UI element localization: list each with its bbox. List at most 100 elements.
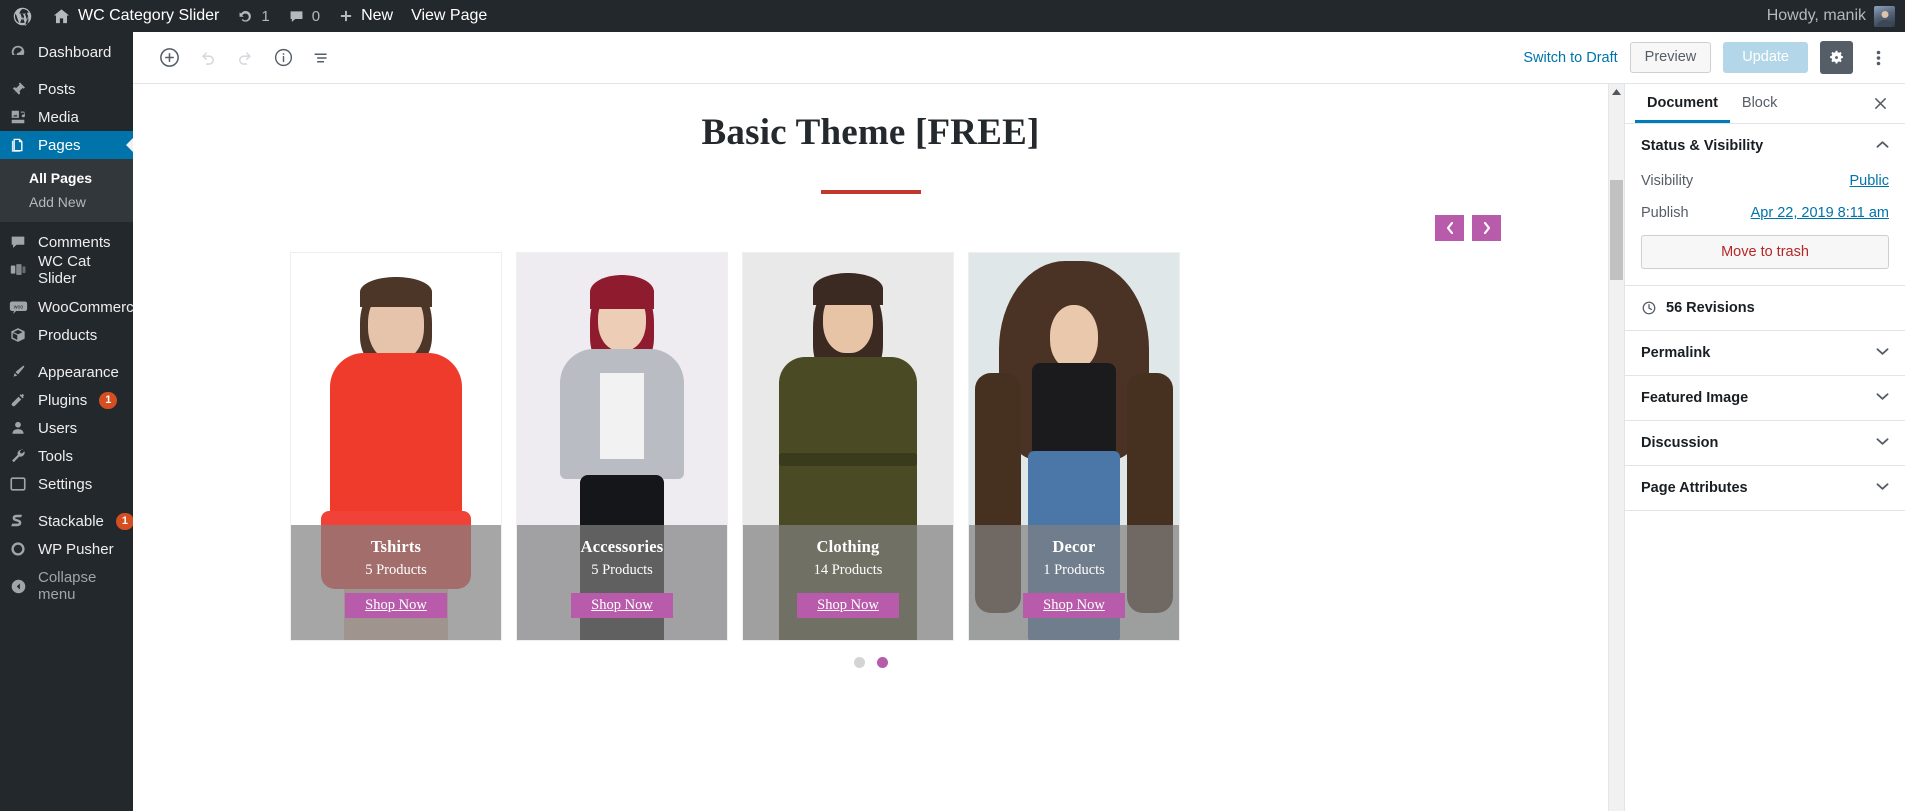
sidebar-label: WP Pusher <box>38 540 114 558</box>
sidebar-item-woocommerce[interactable]: woo WooCommerce <box>0 293 133 321</box>
revisions-row[interactable]: 56 Revisions <box>1625 286 1905 331</box>
category-name: Decor <box>1052 537 1096 556</box>
sidebar-item-settings[interactable]: Settings <box>0 470 133 498</box>
slider-dot[interactable] <box>853 657 865 668</box>
slider-next-button[interactable] <box>1472 215 1501 241</box>
admin-bar-updates[interactable]: 1 <box>228 0 278 32</box>
category-card[interactable]: Decor 1 Products Shop Now <box>968 252 1180 641</box>
sidebar-label: Products <box>38 326 98 344</box>
slider-dot-active[interactable] <box>876 657 888 668</box>
submenu-item-add-new[interactable]: Add New <box>0 190 133 214</box>
admin-bar-new-content[interactable]: New <box>329 0 402 32</box>
panel-header-page-attributes[interactable]: Page Attributes <box>1625 466 1905 510</box>
vertical-dots-icon <box>1876 50 1880 65</box>
brush-icon <box>8 362 28 382</box>
panel-header-permalink[interactable]: Permalink <box>1625 331 1905 375</box>
panel-header-featured-image[interactable]: Featured Image <box>1625 376 1905 420</box>
stackable-icon <box>8 511 28 531</box>
shop-now-button[interactable]: Shop Now <box>345 593 447 618</box>
admin-bar-site-name[interactable]: WC Category Slider <box>43 0 228 32</box>
sidebar-item-appearance[interactable]: Appearance <box>0 358 133 386</box>
more-options-button[interactable] <box>1865 41 1891 74</box>
shop-now-button[interactable]: Shop Now <box>1023 593 1125 618</box>
add-block-button[interactable] <box>151 40 187 76</box>
sidebar-label: Comments <box>38 233 111 251</box>
revisions-label: 56 Revisions <box>1666 300 1755 316</box>
shop-now-button[interactable]: Shop Now <box>797 593 899 618</box>
admin-bar-account[interactable]: Howdy, manik <box>1766 5 1905 27</box>
tab-document[interactable]: Document <box>1635 84 1730 123</box>
visibility-value-button[interactable]: Public <box>1850 173 1890 189</box>
panel-title: Featured Image <box>1641 390 1749 406</box>
scrollbar-thumb[interactable] <box>1610 180 1623 280</box>
tab-block[interactable]: Block <box>1730 84 1789 123</box>
sidebar-item-users[interactable]: Users <box>0 414 133 442</box>
category-card[interactable]: Tshirts 5 Products Shop Now <box>290 252 502 641</box>
users-icon <box>8 418 28 438</box>
sidebar-item-plugins[interactable]: Plugins 1 <box>0 386 133 414</box>
sidebar-item-pages[interactable]: Pages <box>0 131 133 159</box>
page-title[interactable]: Basic Theme [FREE] <box>133 111 1608 154</box>
undo-icon <box>201 52 214 65</box>
sidebar-label: WC Cat Slider <box>38 253 91 287</box>
close-sidebar-button[interactable] <box>1865 89 1895 119</box>
category-product-count: 5 Products <box>365 562 427 578</box>
wordpress-logo-menu[interactable] <box>0 0 43 32</box>
scroll-up-arrow-icon[interactable] <box>1609 84 1623 100</box>
category-product-count: 1 Products <box>1043 562 1105 578</box>
panel-title: Permalink <box>1641 345 1711 361</box>
sidebar-label: WooCommerce <box>38 298 133 316</box>
settings-toggle-button[interactable] <box>1820 41 1853 74</box>
submenu-item-all-pages[interactable]: All Pages <box>0 166 133 190</box>
panel-permalink: Permalink <box>1625 331 1905 376</box>
slider-icon <box>8 260 28 280</box>
slider-pagination-dots <box>133 641 1608 668</box>
sidebar-item-products[interactable]: Products <box>0 321 133 349</box>
slider-prev-button[interactable] <box>1435 215 1464 241</box>
category-name: Tshirts <box>370 537 422 556</box>
avatar <box>1874 5 1895 27</box>
sidebar-item-comments[interactable]: Comments <box>0 228 133 256</box>
sidebar-item-wp-pusher[interactable]: WP Pusher <box>0 535 133 563</box>
category-card[interactable]: Clothing 14 Products Shop Now <box>742 252 954 641</box>
panel-featured-image: Featured Image <box>1625 376 1905 421</box>
panel-discussion: Discussion <box>1625 421 1905 466</box>
howdy-label: Howdy, manik <box>1766 7 1866 24</box>
panel-header-discussion[interactable]: Discussion <box>1625 421 1905 465</box>
sidebar-label: Stackable <box>38 512 104 530</box>
undo-button[interactable] <box>189 40 225 76</box>
sidebar-label: Dashboard <box>38 43 112 61</box>
content-structure-button[interactable] <box>265 40 301 76</box>
move-to-trash-button[interactable]: Move to trash <box>1641 235 1889 269</box>
collapse-menu-button[interactable]: Collapse menu <box>0 569 133 603</box>
chevron-down-icon <box>1876 437 1889 449</box>
switch-to-draft-link[interactable]: Switch to Draft <box>1523 50 1617 66</box>
home-icon <box>53 8 70 23</box>
sidebar-item-stackable[interactable]: Stackable 1 <box>0 507 133 535</box>
panel-header-status-visibility[interactable]: Status & Visibility <box>1625 124 1905 168</box>
preview-button[interactable]: Preview <box>1629 42 1712 73</box>
update-button[interactable]: Update <box>1723 42 1808 73</box>
canvas-scrollbar[interactable] <box>1608 84 1623 811</box>
admin-bar-comments[interactable]: 0 <box>279 0 329 32</box>
woo-icon: woo <box>8 297 28 317</box>
comments-count: 0 <box>311 7 321 25</box>
site-name-label: WC Category Slider <box>78 7 220 24</box>
sidebar-item-media[interactable]: Media <box>0 103 133 131</box>
products-icon <box>8 325 28 345</box>
category-card[interactable]: Accessories 5 Products Shop Now <box>516 252 728 641</box>
shop-now-button[interactable]: Shop Now <box>571 593 673 618</box>
publish-date-button[interactable]: Apr 22, 2019 8:11 am <box>1751 205 1889 221</box>
admin-sidebar-menu: Dashboard Posts Media Pages All Pages Ad… <box>0 32 133 811</box>
sidebar-item-wc-cat-slider[interactable]: WC Cat Slider <box>0 253 133 287</box>
pin-icon <box>8 79 28 99</box>
admin-bar-view-page[interactable]: View Page <box>402 0 496 32</box>
sidebar-item-tools[interactable]: Tools <box>0 442 133 470</box>
category-overlay: Clothing 14 Products Shop Now <box>743 525 953 640</box>
redo-button[interactable] <box>227 40 263 76</box>
new-label: New <box>361 7 394 24</box>
plus-icon <box>340 10 352 22</box>
block-navigation-button[interactable] <box>303 40 339 76</box>
sidebar-item-dashboard[interactable]: Dashboard <box>0 38 133 66</box>
sidebar-item-posts[interactable]: Posts <box>0 75 133 103</box>
